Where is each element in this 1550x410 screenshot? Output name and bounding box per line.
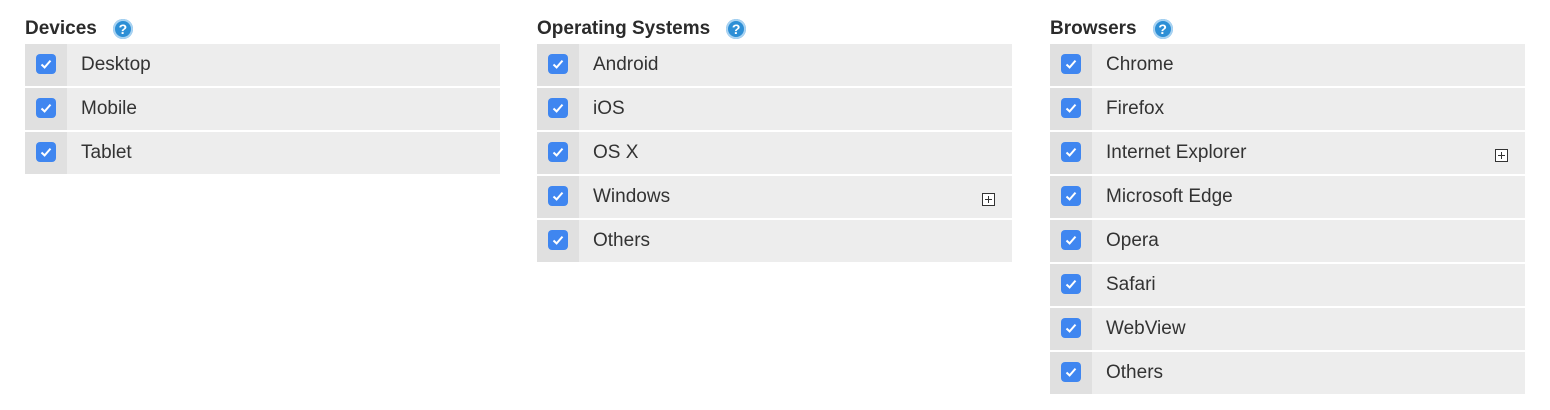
checkmark-icon	[1065, 323, 1077, 333]
checkmark-icon	[1065, 191, 1077, 201]
row-label: Internet Explorer	[1106, 142, 1247, 163]
os-row-windows[interactable]: Windows	[537, 176, 1012, 220]
device-row-tablet[interactable]: Tablet	[25, 132, 500, 176]
checkbox[interactable]	[36, 98, 56, 118]
browser-row-internet-explorer[interactable]: Internet Explorer	[1050, 132, 1525, 176]
browser-row-others[interactable]: Others	[1050, 352, 1525, 396]
row-label: Safari	[1106, 274, 1156, 295]
row-label: Firefox	[1106, 98, 1165, 119]
checkbox[interactable]	[1061, 54, 1081, 74]
row-label: Others	[593, 230, 651, 251]
browser-row-opera[interactable]: Opera	[1050, 220, 1525, 264]
checkbox[interactable]	[548, 230, 568, 250]
row-label: Chrome	[1106, 54, 1174, 75]
group-title: Devices	[25, 18, 97, 39]
checkmark-icon	[1065, 235, 1077, 245]
checkmark-icon	[1065, 59, 1077, 69]
checkbox[interactable]	[548, 54, 568, 74]
browser-row-webview[interactable]: WebView	[1050, 308, 1525, 352]
checkbox[interactable]	[548, 142, 568, 162]
checkmark-icon	[552, 59, 564, 69]
checkbox[interactable]	[1061, 186, 1081, 206]
checkmark-icon	[40, 147, 52, 157]
checkbox[interactable]	[548, 98, 568, 118]
devices-list: Desktop Mobile Tablet	[25, 44, 500, 176]
row-label: Opera	[1106, 230, 1159, 251]
checkbox[interactable]	[1061, 318, 1081, 338]
row-label: Windows	[593, 186, 671, 207]
checkmark-icon	[552, 147, 564, 157]
checkmark-icon	[40, 103, 52, 113]
checkbox[interactable]	[1061, 274, 1081, 294]
expand-plus-icon[interactable]	[1495, 148, 1508, 162]
row-label: iOS	[593, 98, 625, 119]
row-label: Mobile	[81, 98, 137, 119]
browsers-header: Browsers ?	[1050, 14, 1525, 44]
group-title: Operating Systems	[537, 18, 711, 39]
help-icon[interactable]: ?	[726, 19, 747, 39]
expand-plus-icon[interactable]	[982, 192, 995, 206]
checkbox[interactable]	[1061, 142, 1081, 162]
checkbox[interactable]	[36, 54, 56, 74]
os-header: Operating Systems ?	[537, 14, 1012, 44]
browser-row-chrome[interactable]: Chrome	[1050, 44, 1525, 88]
os-row-ios[interactable]: iOS	[537, 88, 1012, 132]
checkmark-icon	[1065, 367, 1077, 377]
checkbox[interactable]	[36, 142, 56, 162]
help-icon[interactable]: ?	[112, 19, 133, 39]
os-filter-group: Operating Systems ? Android iOS OS X Win…	[537, 14, 1012, 264]
checkbox[interactable]	[1061, 362, 1081, 382]
checkbox[interactable]	[1061, 230, 1081, 250]
help-icon[interactable]: ?	[1152, 19, 1173, 39]
os-row-others[interactable]: Others	[537, 220, 1012, 264]
checkmark-icon	[552, 235, 564, 245]
checkmark-icon	[1065, 147, 1077, 157]
browsers-filter-group: Browsers ? Chrome Firefox Internet Explo…	[1050, 14, 1525, 396]
checkmark-icon	[40, 59, 52, 69]
checkbox[interactable]	[1061, 98, 1081, 118]
group-title: Browsers	[1050, 18, 1137, 39]
checkmark-icon	[552, 103, 564, 113]
checkbox[interactable]	[548, 186, 568, 206]
device-row-mobile[interactable]: Mobile	[25, 88, 500, 132]
devices-header: Devices ?	[25, 14, 500, 44]
os-list: Android iOS OS X Windows Others	[537, 44, 1012, 264]
browser-row-firefox[interactable]: Firefox	[1050, 88, 1525, 132]
checkmark-icon	[1065, 103, 1077, 113]
row-label: Others	[1106, 362, 1164, 383]
devices-filter-group: Devices ? Desktop Mobile Tablet	[25, 14, 500, 176]
row-label: Tablet	[81, 142, 132, 163]
row-label: Android	[593, 54, 659, 75]
browser-row-microsoft-edge[interactable]: Microsoft Edge	[1050, 176, 1525, 220]
browser-row-safari[interactable]: Safari	[1050, 264, 1525, 308]
checkmark-icon	[552, 191, 564, 201]
checkmark-icon	[1065, 279, 1077, 289]
device-row-desktop[interactable]: Desktop	[25, 44, 500, 88]
os-row-osx[interactable]: OS X	[537, 132, 1012, 176]
row-label: WebView	[1106, 318, 1186, 339]
row-label: OS X	[593, 142, 639, 163]
os-row-android[interactable]: Android	[537, 44, 1012, 88]
browsers-list: Chrome Firefox Internet Explorer Microso…	[1050, 44, 1525, 396]
row-label: Microsoft Edge	[1106, 186, 1233, 207]
row-label: Desktop	[81, 54, 151, 75]
